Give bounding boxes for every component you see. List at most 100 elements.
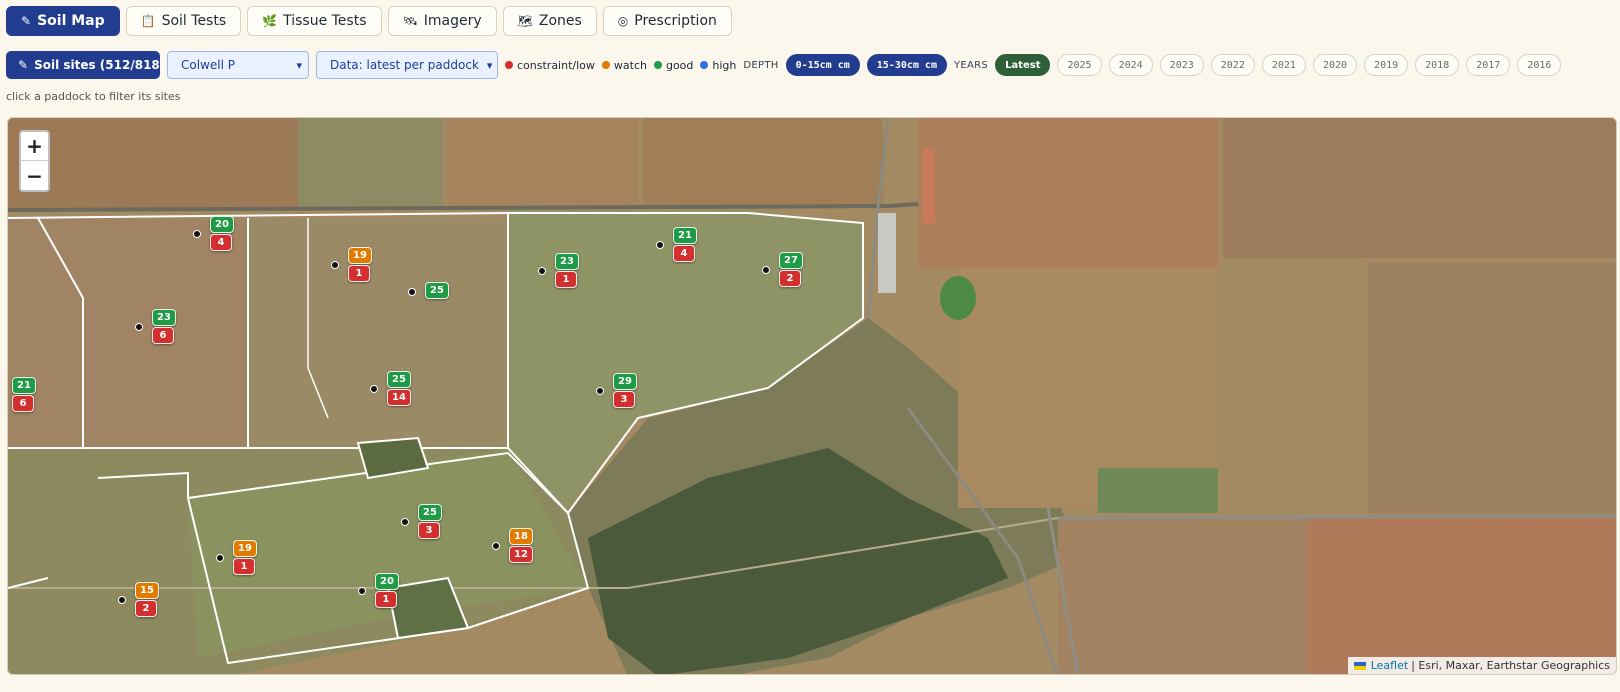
tab-soil-map[interactable]: ✎ Soil Map — [6, 6, 120, 36]
tab-tissue-tests[interactable]: 🌿 Tissue Tests — [247, 6, 382, 36]
blue-dot-icon — [700, 61, 709, 69]
site-value-top: 25 — [425, 282, 449, 299]
red-dot-icon — [505, 61, 513, 69]
nutrient-select-value: Colwell P — [181, 58, 235, 72]
site-pin[interactable] — [401, 518, 409, 526]
leaf-icon: 🌿 — [262, 14, 278, 28]
chevron-down-icon: ▾ — [486, 58, 493, 72]
year-chip-2024[interactable]: 2024 — [1108, 54, 1153, 76]
site-value-bottom: 2 — [779, 270, 801, 287]
site-value-top: 21 — [673, 227, 697, 244]
map-attribution: Leaflet | Esri, Maxar, Earthstar Geograp… — [1347, 657, 1616, 674]
year-chip-2018[interactable]: 2018 — [1415, 54, 1460, 76]
site-value-top: 25 — [418, 504, 442, 521]
site-value-bottom: 2 — [135, 600, 157, 617]
nutrient-select[interactable]: Colwell P ▾ — [167, 51, 309, 79]
year-chip-2019[interactable]: 2019 — [1364, 54, 1409, 76]
site-pin[interactable] — [216, 554, 224, 562]
tab-label: Soil Map — [37, 13, 105, 29]
year-chip-2025[interactable]: 2025 — [1057, 54, 1102, 76]
tab-label: Zones — [538, 13, 582, 29]
legend-good: good — [653, 59, 693, 72]
site-value-bottom: 4 — [210, 234, 232, 251]
soil-sites-button[interactable]: ✎ Soil sites (512/818) — [6, 51, 165, 79]
zoom-in-button[interactable]: + — [21, 132, 48, 161]
legend-watch: watch — [601, 59, 647, 72]
site-pin[interactable] — [331, 261, 339, 269]
tab-soil-tests[interactable]: 📋 Soil Tests — [125, 6, 242, 36]
soil-map[interactable]: + − 20 4 19 1 25 23 1 21 4 27 2 23 6 21 … — [7, 117, 1617, 675]
map-toolbar: ✎ Soil sites (512/818) Colwell P ▾ Data:… — [6, 51, 1562, 79]
legend-constraint: constraint/low — [505, 59, 595, 72]
zoom-control: + − — [19, 130, 50, 192]
site-value-bottom: 1 — [233, 558, 255, 575]
tab-label: Tissue Tests — [283, 13, 367, 29]
site-value-top: 15 — [135, 582, 159, 599]
site-pin[interactable] — [596, 387, 604, 395]
year-chip-2020[interactable]: 2020 — [1312, 54, 1358, 76]
satellite-icon: 🛰 — [402, 14, 418, 28]
site-pin[interactable] — [762, 266, 770, 274]
satellite-imagery — [8, 118, 1616, 674]
legend-high: high — [700, 59, 736, 72]
tab-prescription[interactable]: ◎ Prescription — [602, 6, 732, 36]
site-value-top: 23 — [555, 253, 579, 270]
site-pin[interactable] — [492, 542, 500, 550]
year-chip-2022[interactable]: 2022 — [1210, 54, 1255, 76]
data-mode-select[interactable]: Data: latest per paddock ▾ — [316, 51, 498, 79]
zoom-out-button[interactable]: − — [21, 161, 48, 190]
site-pin[interactable] — [135, 323, 143, 331]
site-pin[interactable] — [193, 230, 201, 238]
site-value-bottom: 6 — [152, 327, 174, 344]
year-chip-2016[interactable]: 2016 — [1517, 54, 1562, 76]
clipboard-icon: 📋 — [140, 14, 156, 28]
main-nav: ✎ Soil Map 📋 Soil Tests 🌿 Tissue Tests 🛰… — [6, 6, 732, 36]
site-value-top: 25 — [387, 371, 411, 388]
site-value-top: 20 — [375, 573, 399, 590]
site-pin[interactable] — [118, 596, 126, 604]
site-value-bottom: 1 — [375, 591, 397, 608]
site-value-bottom: 1 — [555, 271, 577, 288]
green-dot-icon — [653, 61, 662, 69]
map-icon: 🗺 — [517, 14, 533, 28]
site-value-bottom: 6 — [12, 395, 34, 412]
site-pin[interactable] — [370, 385, 378, 393]
year-chip-2017[interactable]: 2017 — [1466, 54, 1511, 76]
pencil-icon: ✎ — [18, 58, 29, 72]
site-pin[interactable] — [408, 288, 416, 296]
data-mode-select-value: Data: latest per paddock — [330, 58, 479, 72]
ukraine-flag-icon — [1353, 661, 1366, 670]
site-value-top: 27 — [779, 252, 803, 269]
year-chip-latest[interactable]: Latest — [995, 54, 1051, 76]
site-value-top: 18 — [509, 528, 533, 545]
site-value-top: 21 — [12, 377, 36, 394]
attribution-text: | Esri, Maxar, Earthstar Geographics — [1411, 659, 1610, 672]
site-value-top: 23 — [152, 309, 176, 326]
soil-sites-label: Soil sites (512/818) — [34, 58, 166, 72]
depth-chip-0-15[interactable]: 0-15cm cm — [785, 54, 860, 76]
site-value-bottom: 4 — [673, 245, 695, 262]
site-value-top: 29 — [613, 373, 637, 390]
leaflet-link[interactable]: Leaflet — [1371, 659, 1408, 672]
site-value-bottom: 12 — [509, 546, 533, 563]
tab-label: Prescription — [634, 13, 717, 29]
years-label: YEARS — [953, 59, 989, 71]
site-value-top: 19 — [233, 540, 257, 557]
tab-label: Imagery — [423, 13, 482, 29]
tab-zones[interactable]: 🗺 Zones — [502, 6, 597, 36]
depth-label: DEPTH — [743, 59, 779, 71]
year-chip-2021[interactable]: 2021 — [1261, 54, 1306, 76]
year-chip-2023[interactable]: 2023 — [1159, 54, 1204, 76]
site-value-bottom: 14 — [387, 389, 411, 406]
site-value-bottom: 3 — [613, 391, 635, 408]
depth-chip-15-30[interactable]: 15-30cm cm — [866, 54, 947, 76]
site-pin[interactable] — [358, 587, 366, 595]
tab-imagery[interactable]: 🛰 Imagery — [387, 6, 497, 36]
site-value-top: 20 — [210, 216, 234, 233]
site-pin[interactable] — [656, 241, 664, 249]
pencil-icon: ✎ — [21, 14, 32, 28]
orange-dot-icon — [601, 61, 610, 69]
site-pin[interactable] — [538, 267, 546, 275]
site-value-bottom: 1 — [348, 265, 370, 282]
site-value-bottom: 3 — [418, 522, 440, 539]
